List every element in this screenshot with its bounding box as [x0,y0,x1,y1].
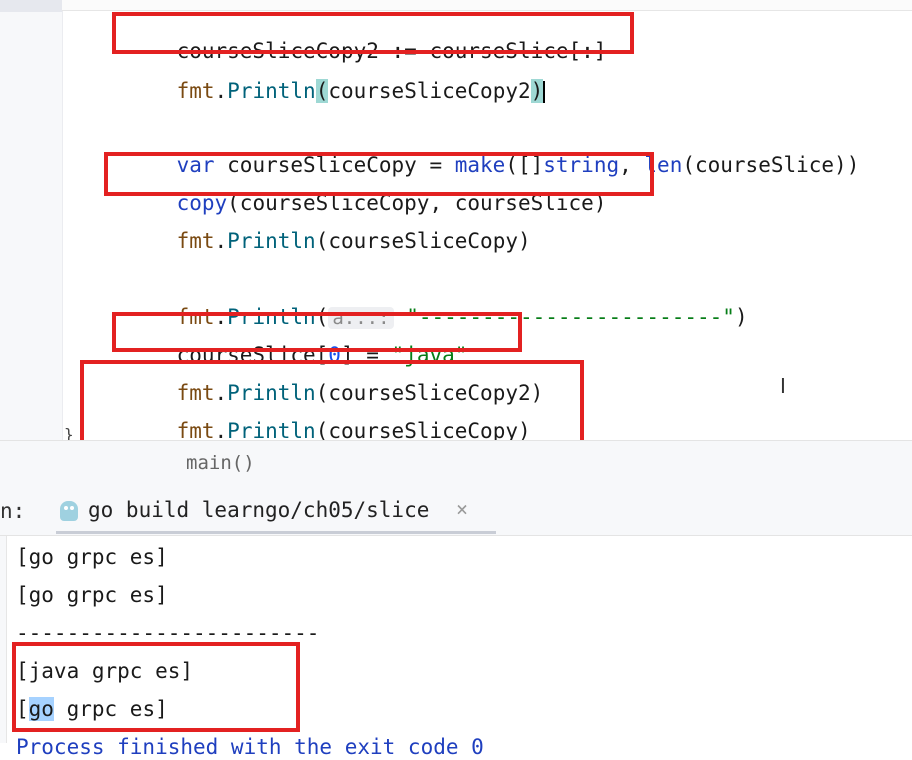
run-panel-title: n: [0,499,26,523]
editor-gutter [0,0,63,440]
active-tab-underline [56,531,496,534]
matched-paren: ( [315,79,329,103]
console-line: [go grpc es] [16,583,168,607]
console-line: [go grpc es] [16,545,168,569]
ibeam-cursor-icon: I [780,374,786,398]
annotation-box-assign [112,312,522,352]
annotation-box-output [12,642,300,732]
console-gutter [0,536,7,743]
run-tab-label: go build learngo/ch05/slice [88,498,430,522]
breadcrumb-bar: main() [0,440,912,486]
breadcrumb[interactable]: main() [186,452,255,474]
matched-paren: ) [530,79,544,103]
code-token: fmt [176,79,215,103]
code-line-2[interactable]: fmt.Println(courseSliceCopy2) [126,52,546,130]
code-token: (courseSliceCopy) [315,229,531,253]
editor-top-strip [62,0,912,11]
gopher-icon [60,501,78,521]
code-token: ) [734,305,748,329]
code-token: (courseSlice)) [682,153,860,177]
annotation-box-copy-call [104,152,654,196]
code-token: . [214,229,228,253]
process-finished-line: Process finished with the exit code 0 [16,735,484,759]
close-icon[interactable]: × [456,497,468,521]
code-token: Println [227,79,316,103]
code-line-5[interactable]: fmt.Println(courseSliceCopy) [126,202,531,280]
run-toolbar: n: go build learngo/ch05/slice × [0,485,912,536]
code-token: courseSliceCopy2 [328,79,531,103]
tab-run-configuration[interactable]: go build learngo/ch05/slice × [56,491,496,531]
annotation-box-slice-copy [112,12,634,54]
code-token: Println [227,229,316,253]
code-token: . [214,79,228,103]
code-token: fmt [176,229,215,253]
text-caret [543,81,546,103]
